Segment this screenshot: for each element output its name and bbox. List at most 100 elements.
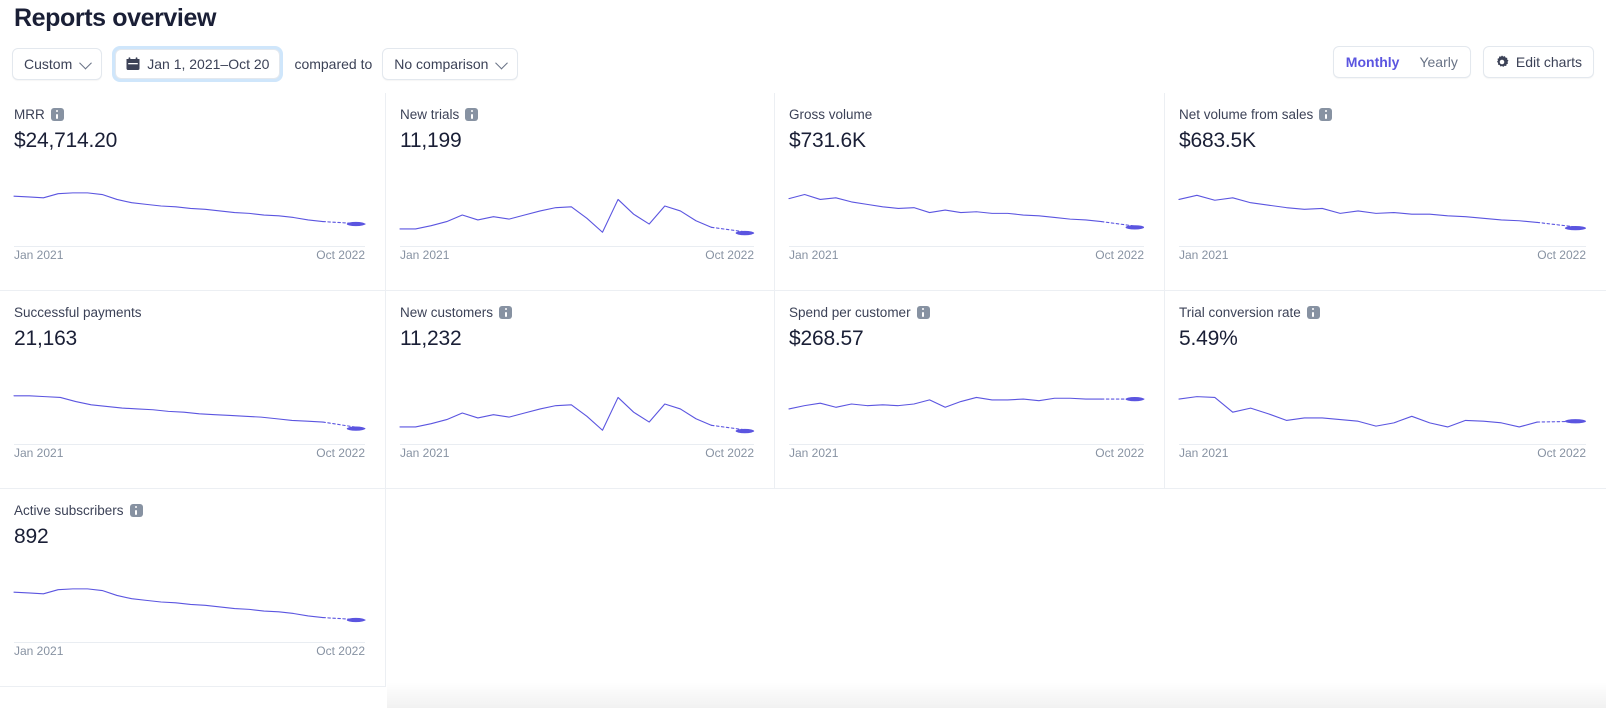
info-icon[interactable] — [1319, 108, 1333, 121]
chart-axis-labels: Jan 2021 Oct 2022 — [1179, 248, 1586, 262]
metric-card[interactable]: New customers 11,232 Jan 2021 Oct 2022 — [386, 291, 775, 489]
axis-label-end: Oct 2022 — [1537, 248, 1586, 262]
chevron-down-icon — [79, 56, 93, 69]
metric-value: $731.6K — [789, 129, 866, 152]
chart-axis-labels: Jan 2021 Oct 2022 — [789, 446, 1144, 460]
metric-label: New customers — [400, 305, 494, 320]
axis-label-start: Jan 2021 — [1179, 446, 1229, 460]
info-icon[interactable] — [465, 108, 479, 121]
chevron-down-icon — [495, 56, 509, 69]
metric-card[interactable]: Trial conversion rate 5.49% Jan 2021 Oct 20… — [1165, 291, 1606, 489]
chart-baseline — [400, 444, 754, 445]
metric-label: Successful payments — [14, 305, 142, 320]
card-header: MRR — [14, 106, 365, 123]
metric-card[interactable]: Gross volume $731.6K Jan 2021 Oct 2022 — [775, 93, 1165, 291]
compared-to-label: compared to — [294, 56, 373, 72]
card-header: Active subscribers — [14, 502, 365, 519]
empty-grid-cell — [386, 489, 775, 687]
chart-baseline — [14, 642, 365, 643]
info-icon[interactable] — [50, 108, 64, 121]
interval-segmented-control: Monthly Yearly — [1332, 46, 1471, 78]
info-icon[interactable] — [1306, 306, 1320, 319]
interval-option-yearly[interactable]: Yearly — [1410, 50, 1466, 74]
card-header: Gross volume — [789, 106, 1144, 123]
metric-value: 11,199 — [400, 129, 462, 152]
axis-label-end: Oct 2022 — [705, 446, 754, 460]
metric-value: $683.5K — [1179, 129, 1256, 152]
toolbar-right-group: Monthly Yearly Edit charts — [1332, 46, 1594, 78]
comparison-dropdown[interactable]: No comparison — [382, 48, 519, 80]
axis-label-end: Oct 2022 — [1537, 446, 1586, 460]
card-header: New customers — [400, 304, 754, 321]
card-header: Successful payments — [14, 304, 365, 321]
date-range-focus-ring: Jan 1, 2021–Oct 20 — [112, 46, 284, 82]
chart-baseline — [400, 246, 754, 247]
metric-value: 5.49% — [1179, 327, 1238, 350]
axis-label-start: Jan 2021 — [14, 248, 64, 262]
axis-label-start: Jan 2021 — [14, 644, 64, 658]
chart-axis-labels: Jan 2021 Oct 2022 — [789, 248, 1144, 262]
page-title: Reports overview — [14, 4, 217, 32]
axis-label-start: Jan 2021 — [14, 446, 64, 460]
edit-charts-label: Edit charts — [1515, 54, 1582, 70]
sparkline-chart — [400, 165, 754, 247]
metric-card[interactable]: Successful payments 21,163 Jan 2021 Oct 202… — [0, 291, 386, 489]
metric-label: Active subscribers — [14, 503, 124, 518]
axis-label-start: Jan 2021 — [400, 446, 450, 460]
toolbar-left-group: Custom Jan 1, 2021–Oct 20 compared to No… — [12, 46, 519, 82]
chart-axis-labels: Jan 2021 Oct 2022 — [14, 248, 365, 262]
sparkline-chart — [789, 165, 1144, 247]
axis-label-start: Jan 2021 — [789, 248, 839, 262]
metric-card[interactable]: Spend per customer $268.57 Jan 2021 Oct 202… — [775, 291, 1165, 489]
gear-icon — [1496, 55, 1509, 67]
metric-value: 892 — [14, 525, 49, 548]
chart-axis-labels: Jan 2021 Oct 2022 — [1179, 446, 1586, 460]
sparkline-chart — [789, 363, 1144, 445]
metric-value: $24,714.20 — [14, 129, 118, 152]
filters-toolbar: Custom Jan 1, 2021–Oct 20 compared to No… — [0, 46, 1606, 82]
card-header: New trials — [400, 106, 754, 123]
edit-charts-button[interactable]: Edit charts — [1482, 46, 1594, 78]
date-range-label: Jan 1, 2021–Oct 20 — [147, 56, 270, 72]
reports-overview-page: Reports overview Custom Jan 1, 2021–Oct … — [0, 0, 1606, 708]
chart-baseline — [14, 246, 365, 247]
chart-baseline — [789, 444, 1144, 445]
metric-label: MRR — [14, 107, 45, 122]
chart-axis-labels: Jan 2021 Oct 2022 — [14, 644, 365, 658]
card-header: Spend per customer — [789, 304, 1144, 321]
metric-label: Spend per customer — [789, 305, 911, 320]
axis-label-end: Oct 2022 — [316, 248, 365, 262]
sparkline-chart — [1179, 363, 1586, 445]
metric-card[interactable]: Active subscribers 892 Jan 2021 Oct 2022 — [0, 489, 386, 687]
axis-label-end: Oct 2022 — [316, 446, 365, 460]
interval-option-monthly[interactable]: Monthly — [1336, 50, 1409, 74]
sparkline-chart — [1179, 165, 1586, 247]
axis-label-end: Oct 2022 — [316, 644, 365, 658]
date-preset-label: Custom — [24, 56, 73, 72]
empty-grid-cell — [775, 489, 1165, 687]
metric-card[interactable]: Net volume from sales $683.5K Jan 2021 Oct … — [1165, 93, 1606, 291]
date-range-button[interactable]: Jan 1, 2021–Oct 20 — [115, 49, 281, 79]
metric-card[interactable]: New trials 11,199 Jan 2021 Oct 2022 — [386, 93, 775, 291]
date-preset-dropdown[interactable]: Custom — [12, 48, 103, 80]
empty-grid-cell — [1165, 489, 1606, 687]
metric-value: $268.57 — [789, 327, 864, 350]
comparison-label: No comparison — [394, 56, 489, 72]
chart-baseline — [1179, 444, 1586, 445]
metrics-grid: MRR $24,714.20 Jan 2021 Oct 2022 New trials 1… — [0, 93, 1606, 708]
chart-baseline — [789, 246, 1144, 247]
sparkline-chart — [14, 165, 365, 247]
info-icon[interactable] — [916, 306, 930, 319]
card-header: Trial conversion rate — [1179, 304, 1586, 321]
metric-value: 21,163 — [14, 327, 78, 350]
metric-card[interactable]: MRR $24,714.20 Jan 2021 Oct 2022 — [0, 93, 386, 291]
axis-label-end: Oct 2022 — [1095, 446, 1144, 460]
calendar-icon — [126, 57, 140, 70]
card-header: Net volume from sales — [1179, 106, 1586, 123]
info-icon[interactable] — [499, 306, 513, 319]
metric-label: New trials — [400, 107, 460, 122]
chart-baseline — [1179, 246, 1586, 247]
info-icon[interactable] — [129, 504, 143, 517]
sparkline-chart — [14, 363, 365, 445]
sparkline-chart — [14, 561, 365, 643]
